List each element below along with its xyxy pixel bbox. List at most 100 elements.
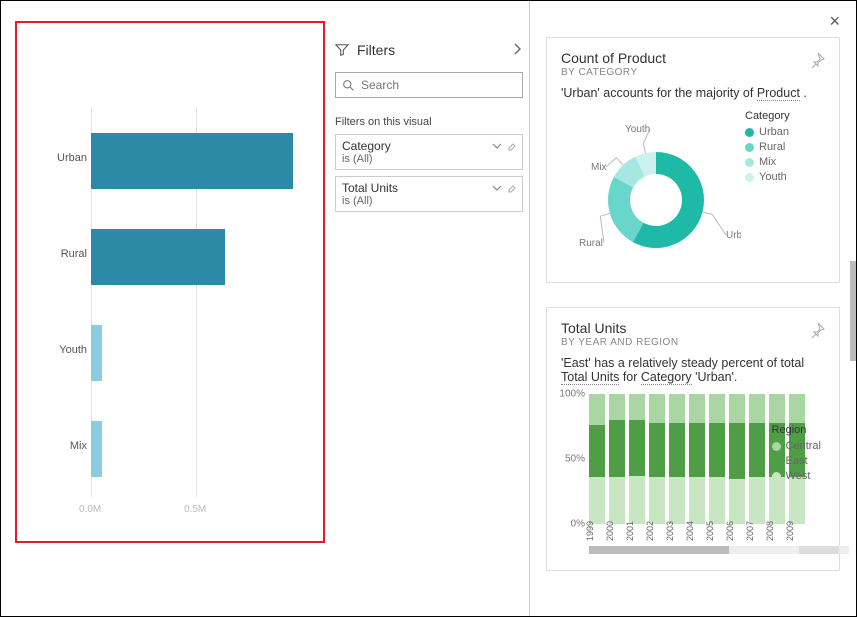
legend-swatch (745, 173, 754, 182)
eraser-icon[interactable] (506, 183, 516, 193)
stacked-segment[interactable] (729, 394, 745, 423)
x-tick: 2005 (705, 521, 715, 541)
filter-search[interactable] (335, 72, 523, 98)
stacked-segment[interactable] (669, 394, 685, 423)
stacked-column[interactable]: 2001 (629, 394, 645, 524)
legend-swatch (772, 472, 781, 481)
y-tick: 0% (571, 519, 585, 530)
stacked-segment[interactable] (689, 423, 705, 478)
donut-legend: Category UrbanRuralMixYouth (745, 110, 790, 270)
filter-card[interactable]: Categoryis (All) (335, 134, 523, 170)
hbar-category-label: Mix (35, 440, 87, 452)
card-description: 'East' has a relatively steady percent o… (561, 356, 825, 384)
filter-card[interactable]: Total Unitsis (All) (335, 176, 523, 212)
stacked-column[interactable]: 2003 (669, 394, 685, 524)
stacked-segment[interactable] (629, 420, 645, 476)
stacked-segment[interactable] (669, 423, 685, 478)
stacked-column[interactable]: 2007 (749, 394, 765, 524)
chevron-right-icon[interactable] (513, 43, 523, 58)
stacked-segment[interactable] (689, 477, 705, 524)
search-icon (342, 79, 355, 92)
hbar-bar[interactable] (91, 421, 102, 477)
stacked-segment[interactable] (629, 394, 645, 420)
x-tick: 0.5M (184, 504, 206, 515)
hbar-bar[interactable] (91, 325, 102, 381)
stacked-segment[interactable] (609, 394, 625, 420)
stacked-segment[interactable] (729, 479, 745, 525)
stacked-segment[interactable] (669, 477, 685, 524)
card-subtitle: BY CATEGORY (561, 67, 825, 78)
stacked-column[interactable]: 2004 (689, 394, 705, 524)
stacked-segment[interactable] (709, 394, 725, 423)
donut-segment[interactable] (608, 177, 643, 242)
stacked-segment[interactable] (769, 394, 785, 423)
stacked-segment[interactable] (589, 477, 605, 524)
x-tick: 0.0M (79, 504, 101, 515)
insights-panel: × Count of Product BY CATEGORY 'Urban' a… (530, 1, 856, 616)
filters-pane: Filters Filters on this visual Categoryi… (329, 1, 530, 616)
stacked-segment[interactable] (729, 423, 745, 479)
horizontal-scrollbar[interactable] (589, 546, 849, 554)
scrollbar-thumb[interactable] (589, 546, 729, 554)
stacked-legend: Region CentralEastWest (772, 424, 821, 485)
legend-item[interactable]: Youth (745, 171, 790, 183)
hbar-category-label: Urban (35, 152, 87, 164)
card-description: 'Urban' accounts for the majority of Pro… (561, 86, 825, 100)
legend-item[interactable]: Mix (745, 156, 790, 168)
card-title: Total Units (561, 320, 825, 336)
donut-slice-label: Urban (726, 230, 741, 241)
filters-section-label: Filters on this visual (335, 116, 523, 128)
legend-item[interactable]: East (772, 455, 821, 467)
donut-chart[interactable]: Urban Rural Mix Youth (561, 110, 741, 270)
leader-line (606, 158, 623, 167)
pin-icon[interactable] (809, 52, 825, 68)
donut-slice-label: Rural (579, 238, 603, 249)
legend-item[interactable]: West (772, 470, 821, 482)
legend-item[interactable]: Central (772, 440, 821, 452)
stacked-column[interactable]: 2005 (709, 394, 725, 524)
close-icon[interactable]: × (829, 11, 840, 32)
eraser-icon[interactable] (506, 141, 516, 151)
insight-link-total-units[interactable]: Total Units (561, 370, 619, 385)
search-input[interactable] (361, 78, 516, 92)
stacked-segment[interactable] (649, 423, 665, 478)
stacked-column[interactable]: 2002 (649, 394, 665, 524)
stacked-column[interactable]: 2006 (729, 394, 745, 524)
stacked-segment[interactable] (609, 477, 625, 524)
donut-slice-label: Youth (625, 124, 650, 135)
hbar-bar[interactable] (91, 229, 225, 285)
stacked-segment[interactable] (689, 394, 705, 423)
stacked-segment[interactable] (749, 477, 765, 524)
panel-scrollbar[interactable] (850, 261, 856, 361)
card-title: Count of Product (561, 50, 825, 66)
legend-item[interactable]: Rural (745, 141, 790, 153)
stacked-segment[interactable] (749, 394, 765, 423)
stacked-segment[interactable] (709, 477, 725, 524)
stacked-column[interactable]: 1999 (589, 394, 605, 524)
stacked-segment[interactable] (749, 423, 765, 478)
legend-item[interactable]: Urban (745, 126, 790, 138)
hbar-chart[interactable]: 0.0M0.5MUrbanRuralYouthMix (35, 43, 305, 521)
card-subtitle: BY YEAR AND REGION (561, 337, 825, 348)
card-total-units: Total Units BY YEAR AND REGION 'East' ha… (546, 307, 840, 571)
stacked-segment[interactable] (709, 423, 725, 478)
hbar-category-label: Youth (35, 344, 87, 356)
insight-link-category[interactable]: Category (641, 370, 692, 385)
stacked-segment[interactable] (649, 394, 665, 423)
stacked-segment[interactable] (649, 477, 665, 524)
chevron-down-icon[interactable] (492, 183, 502, 193)
stacked-segment[interactable] (589, 425, 605, 477)
insight-link-product[interactable]: Product (757, 86, 800, 101)
x-tick: 2007 (745, 521, 755, 541)
hbar-bar[interactable] (91, 133, 293, 189)
donut-slice-label: Mix (591, 162, 607, 173)
pin-icon[interactable] (809, 322, 825, 338)
stacked-segment[interactable] (789, 394, 805, 423)
stacked-column[interactable]: 2000 (609, 394, 625, 524)
stacked-segment[interactable] (609, 420, 625, 477)
stacked-segment[interactable] (589, 394, 605, 425)
chevron-down-icon[interactable] (492, 141, 502, 151)
stacked-segment[interactable] (629, 476, 645, 524)
selection-highlight: 0.0M0.5MUrbanRuralYouthMix (15, 21, 325, 543)
filter-field-state: is (All) (342, 153, 492, 165)
